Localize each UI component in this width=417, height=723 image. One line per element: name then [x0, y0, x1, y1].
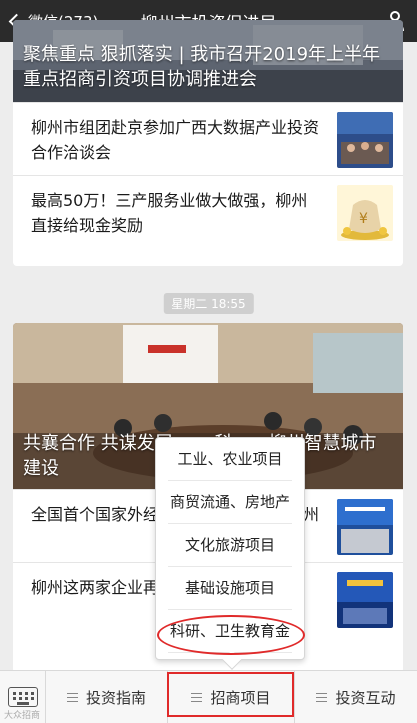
watermark: 大众招商 [4, 711, 41, 721]
money-bag-thumbnail: ¥ [337, 185, 393, 241]
menu-lines-icon [316, 693, 328, 702]
wechat-official-account-screen: 微信(273) 柳州市投资促进局 聚焦重点 狠抓落实 | 我市召开2019年上半… [0, 0, 417, 723]
submenu-item-industry-agriculture[interactable]: 工业、农业项目 [168, 438, 292, 481]
article-card-1: 聚焦重点 狠抓落实 | 我市召开2019年上半年重点招商引资项目协调推进会 柳州… [13, 20, 403, 266]
highlight-ellipse [157, 615, 305, 655]
submenu-item-culture-tourism[interactable]: 文化旅游项目 [168, 524, 292, 567]
article-title-2: 最高50万！三产服务业做大做强，柳州直接给现金奖励 [31, 191, 308, 235]
article-thumbnail-1 [337, 112, 393, 168]
menu-label-investment-guide: 投资指南 [85, 689, 146, 707]
menu-label-investment-interaction: 投资互动 [335, 689, 396, 707]
article-row-2[interactable]: 最高50万！三产服务业做大做强，柳州直接给现金奖励 ¥ [13, 175, 403, 248]
submenu-item-commerce-real-estate[interactable]: 商贸流通、房地产 [168, 481, 292, 524]
menu-button-investment-interaction[interactable]: 投资互动 [294, 671, 417, 723]
menu-button-investment-guide[interactable]: 投资指南 [46, 671, 167, 723]
hero-article-1[interactable]: 聚焦重点 狠抓落实 | 我市召开2019年上半年重点招商引资项目协调推进会 [13, 20, 403, 102]
article-title-1: 柳州市组团赴京参加广西大数据产业投资合作洽谈会 [31, 118, 320, 162]
svg-text:¥: ¥ [359, 211, 368, 227]
article-row-1[interactable]: 柳州市组团赴京参加广西大数据产业投资合作洽谈会 [13, 102, 403, 175]
message-timestamp: 星期二 18:55 [163, 293, 254, 314]
article-thumbnail-3 [337, 499, 393, 555]
keyboard-icon [8, 687, 38, 707]
hero-caption-1: 聚焦重点 狠抓落实 | 我市召开2019年上半年重点招商引资项目协调推进会 [23, 44, 381, 90]
highlight-box [167, 672, 294, 717]
menu-lines-icon [66, 693, 78, 702]
article-thumbnail-4 [337, 572, 393, 628]
submenu-item-infrastructure[interactable]: 基础设施项目 [168, 567, 292, 610]
